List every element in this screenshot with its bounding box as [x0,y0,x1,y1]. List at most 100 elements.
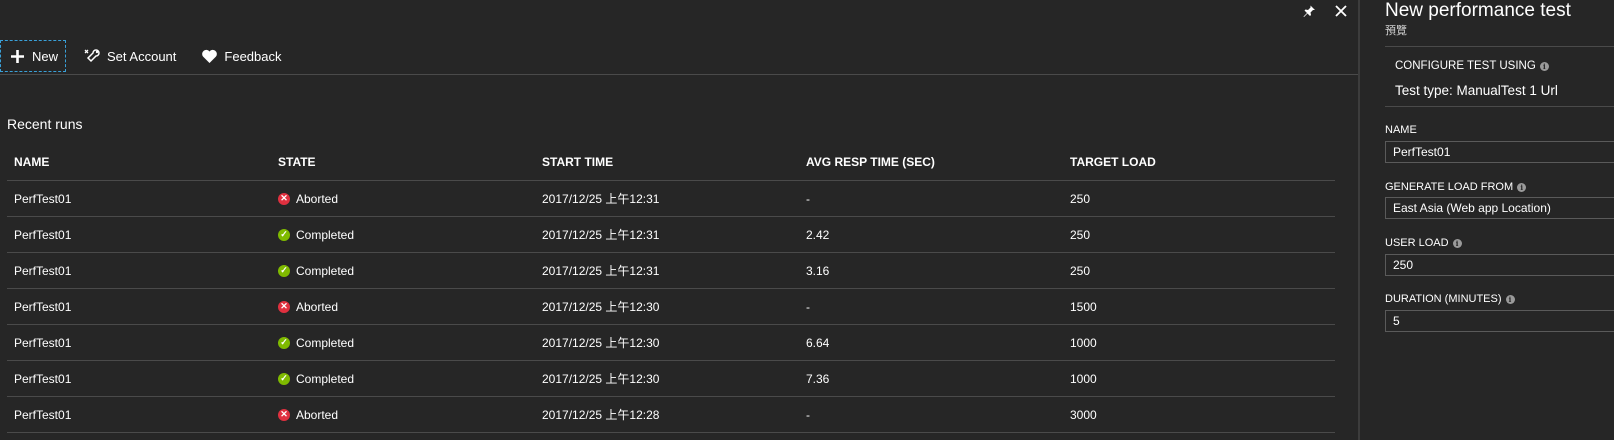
column-header-target-load[interactable]: TARGET LOAD [1063,144,1335,181]
run-state-label: Aborted [296,299,339,314]
new-button[interactable]: New [0,40,67,72]
run-state-label: Completed [296,263,355,278]
table-header-row: NAME STATE START TIME AVG RESP TIME (SEC… [7,144,1335,181]
run-state-label: Completed [296,371,355,386]
user-load-label: USER LOAD i [1385,237,1462,249]
run-state-cell: ✕ Aborted [271,396,535,433]
info-icon[interactable]: i [1452,238,1462,248]
panel-subtitle: 預覽 [1385,25,1407,37]
run-state: ✕ Aborted [278,192,535,206]
wrench-icon [83,47,101,65]
configure-test-label-text: CONFIGURE TEST USING [1395,60,1536,72]
run-state-cell: ✓ Completed [271,324,535,361]
run-start-time: 2017/12/25 上午12:31 [535,252,799,289]
duration-label: DURATION (MINUTES) i [1385,293,1515,305]
error-x-icon: ✕ [278,300,290,313]
run-state: ✕ Aborted [278,300,535,314]
recent-runs-body: PerfTest01 ✕ Aborted 2017/12/25 上午12:31-250… [7,180,1335,433]
run-state: ✓ Completed [278,264,535,278]
generate-load-from-label-text: GENERATE LOAD FROM [1385,181,1514,193]
name-field[interactable]: PerfTest01 [1385,141,1614,163]
new-button-label: New [32,48,59,64]
run-start-time: 2017/12/25 上午12:30 [535,324,799,361]
divider [1385,106,1614,107]
run-state-cell: ✓ Completed [271,252,535,289]
user-load-label-text: USER LOAD [1385,237,1449,249]
run-name[interactable]: PerfTest01 [7,252,271,289]
duration-field[interactable]: 5 [1385,310,1614,332]
run-avg-resp-time: 3.16 [799,252,1063,289]
run-target-load: 250 [1063,216,1335,253]
info-icon[interactable]: i [1505,294,1515,304]
recent-runs-table: NAME STATE START TIME AVG RESP TIME (SEC… [7,144,1335,433]
error-x-icon: ✕ [278,408,290,421]
close-icon[interactable] [1332,2,1350,20]
run-avg-resp-time: - [799,180,1063,217]
run-name[interactable]: PerfTest01 [7,324,271,361]
run-state-label: Completed [296,335,355,350]
run-state: ✓ Completed [278,336,535,350]
error-x-icon: ✕ [278,192,290,205]
plus-icon [8,47,26,65]
run-start-time: 2017/12/25 上午12:31 [535,216,799,253]
set-account-label: Set Account [107,48,177,64]
run-state-cell: ✓ Completed [271,360,535,397]
run-target-load: 250 [1063,252,1335,289]
run-state: ✓ Completed [278,372,535,386]
table-row[interactable]: PerfTest01 ✓ Completed 2017/12/25 上午12:30 7.… [7,360,1335,397]
table-row[interactable]: PerfTest01 ✓ Completed 2017/12/25 上午12:30 6.… [7,324,1335,361]
run-avg-resp-time: - [799,396,1063,433]
run-name[interactable]: PerfTest01 [7,180,271,217]
recent-runs-blade: New Set Account Feedback Recent runs NAM… [0,0,1358,440]
run-avg-resp-time: 2.42 [799,216,1063,253]
run-start-time: 2017/12/25 上午12:30 [535,288,799,325]
run-name[interactable]: PerfTest01 [7,216,271,253]
column-header-start-time[interactable]: START TIME [535,144,799,181]
set-account-button[interactable]: Set Account [76,40,183,72]
info-icon[interactable]: i [1539,61,1549,71]
run-state-label: Aborted [296,191,339,206]
check-circle-icon: ✓ [278,228,290,241]
column-header-state[interactable]: STATE [271,144,535,181]
new-performance-test-panel: New performance test 預覽 CONFIGURE TEST U… [1360,0,1614,440]
divider [1385,46,1614,47]
run-target-load: 1500 [1063,288,1335,325]
pin-icon[interactable] [1300,2,1318,20]
name-label: NAME [1385,124,1417,136]
run-state-label: Aborted [296,407,339,422]
run-state: ✕ Aborted [278,408,535,422]
feedback-button[interactable]: Feedback [193,40,288,72]
table-row[interactable]: PerfTest01 ✕ Aborted 2017/12/25 上午12:30-150… [7,288,1335,325]
feedback-label: Feedback [224,48,282,64]
duration-label-text: DURATION (MINUTES) [1385,293,1502,305]
generate-load-from-field[interactable]: East Asia (Web app Location) [1385,197,1614,219]
run-target-load: 3000 [1063,396,1335,433]
table-row[interactable]: PerfTest01 ✓ Completed 2017/12/25 上午12:31 3.… [7,252,1335,289]
column-header-name[interactable]: NAME [7,144,271,181]
run-target-load: 250 [1063,180,1335,217]
heart-icon [200,47,218,65]
run-state-label: Completed [296,227,355,242]
generate-load-from-label: GENERATE LOAD FROM i [1385,181,1527,193]
check-circle-icon: ✓ [278,264,290,277]
run-name[interactable]: PerfTest01 [7,288,271,325]
run-target-load: 1000 [1063,324,1335,361]
column-header-avg-resp-time[interactable]: AVG RESP TIME (SEC) [799,144,1063,181]
run-state-cell: ✓ Completed [271,216,535,253]
run-name[interactable]: PerfTest01 [7,396,271,433]
table-row[interactable]: PerfTest01 ✕ Aborted 2017/12/25 上午12:31-250 [7,180,1335,217]
run-avg-resp-time: - [799,288,1063,325]
recent-runs-title: Recent runs [7,116,83,132]
table-row[interactable]: PerfTest01 ✕ Aborted 2017/12/25 上午12:28-300… [7,396,1335,433]
info-icon[interactable]: i [1517,182,1527,192]
table-row[interactable]: PerfTest01 ✓ Completed 2017/12/25 上午12:31 2.… [7,216,1335,253]
run-avg-resp-time: 7.36 [799,360,1063,397]
user-load-field[interactable]: 250 [1385,254,1614,276]
run-state-cell: ✕ Aborted [271,288,535,325]
run-target-load: 1000 [1063,360,1335,397]
run-name[interactable]: PerfTest01 [7,360,271,397]
configure-test-label[interactable]: CONFIGURE TEST USING i [1395,60,1549,72]
test-type-value[interactable]: Test type: ManualTest 1 Url [1395,83,1558,98]
blade-controls [1300,0,1350,22]
panel-title: New performance test [1385,0,1571,21]
